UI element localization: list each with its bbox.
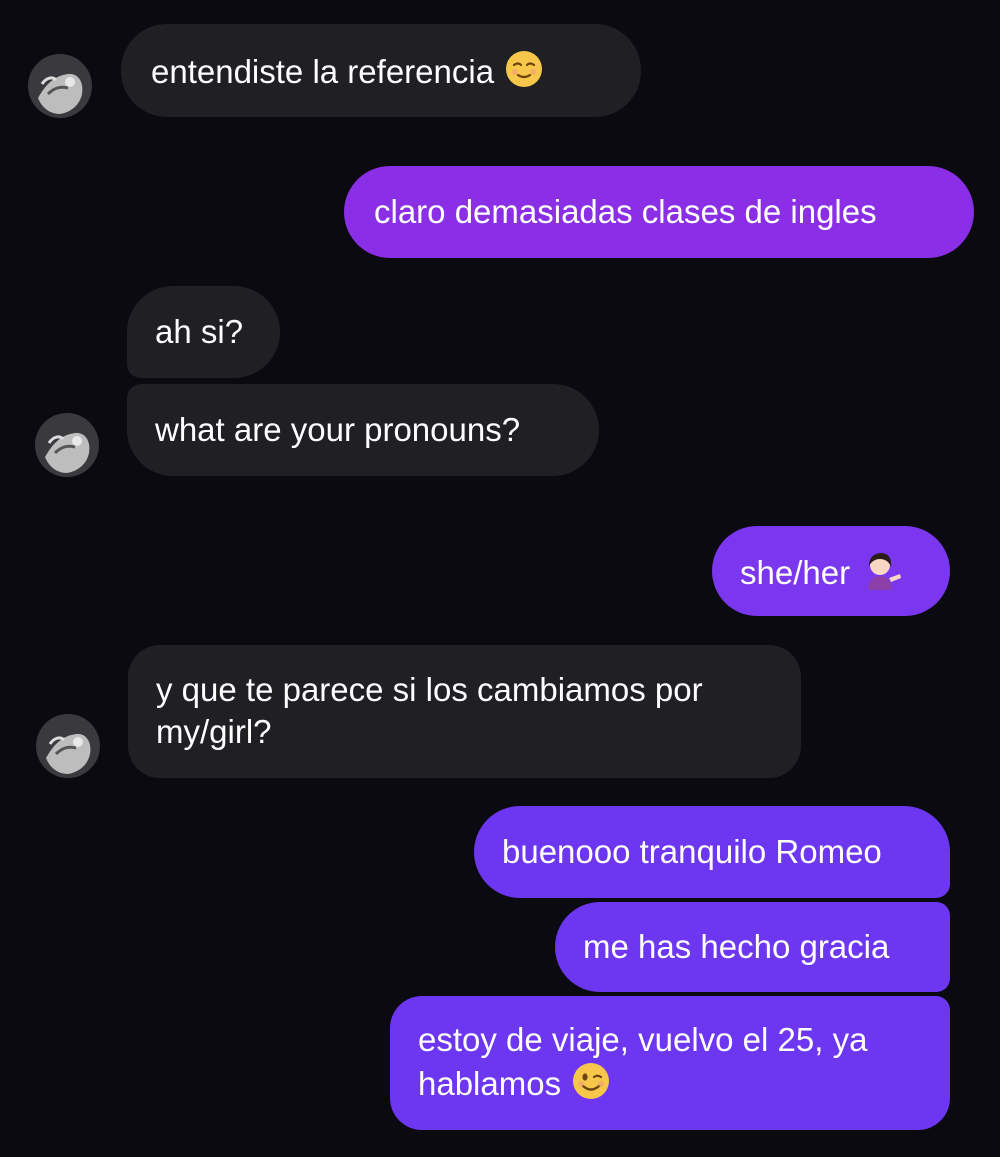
avatar-photo-icon <box>36 714 100 778</box>
message-text: entendiste la referencia <box>151 53 495 90</box>
relieved-face-emoji <box>504 49 544 99</box>
outgoing-message[interactable]: claro demasiadas clases de ingles <box>344 166 974 258</box>
contact-avatar[interactable] <box>36 714 100 778</box>
message-text-line: hablamos <box>418 1061 922 1111</box>
chat-thread: entendiste la referencia claro demasiada… <box>0 0 1000 1157</box>
outgoing-message[interactable]: she/her <box>712 526 950 616</box>
message-text: claro demasiadas clases de ingles <box>374 193 877 230</box>
contact-avatar[interactable] <box>35 413 99 477</box>
message-text-line: estoy de viaje, vuelvo el 25, ya <box>418 1021 868 1058</box>
avatar-photo-icon <box>35 413 99 477</box>
outgoing-message[interactable]: estoy de viaje, vuelvo el 25, ya hablamo… <box>390 996 950 1130</box>
incoming-message[interactable]: ah si? <box>127 286 280 378</box>
outgoing-message[interactable]: me has hecho gracia <box>555 902 950 992</box>
message-text: me has hecho gracia <box>583 928 890 965</box>
incoming-message[interactable]: what are your pronouns? <box>127 384 599 476</box>
message-text: she/her <box>740 554 851 591</box>
incoming-message[interactable]: y que te parece si los cambiamos por my/… <box>128 645 801 778</box>
message-text: what are your pronouns? <box>155 411 521 448</box>
message-text-line: my/girl? <box>156 713 272 750</box>
message-text: buenooo tranquilo Romeo <box>502 833 882 870</box>
person-tipping-hand-emoji <box>860 550 904 600</box>
winking-face-emoji <box>571 1061 611 1111</box>
incoming-message[interactable]: entendiste la referencia <box>121 24 641 117</box>
contact-avatar[interactable] <box>28 54 92 118</box>
message-text: ah si? <box>155 313 244 350</box>
outgoing-message[interactable]: buenooo tranquilo Romeo <box>474 806 950 898</box>
avatar-photo-icon <box>28 54 92 118</box>
message-text-line: y que te parece si los cambiamos por <box>156 671 703 708</box>
